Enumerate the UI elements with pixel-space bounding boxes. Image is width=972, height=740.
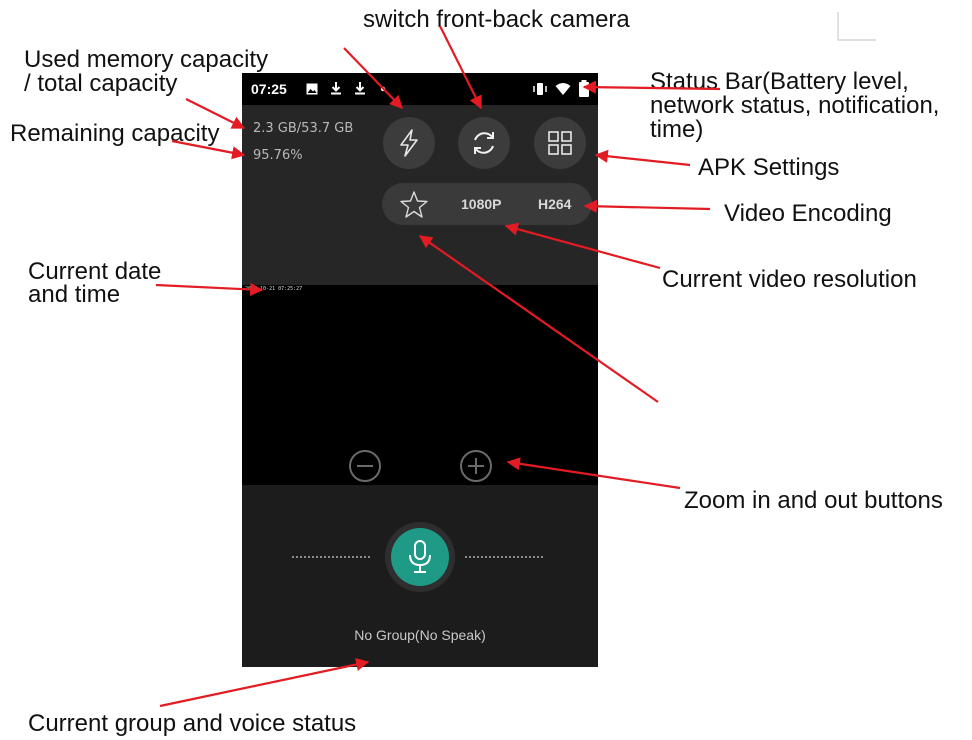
battery-icon: [579, 80, 589, 97]
phone-screen: 07:25 2.3 GB/53.7 GB 95.76% 1080P H264 2…: [242, 73, 598, 667]
wifi-icon: [555, 83, 571, 95]
push-to-talk-button[interactable]: [385, 522, 455, 592]
callout-resolution: Current video resolution: [662, 266, 917, 293]
remaining-percent: 95.76%: [253, 148, 303, 163]
resolution-button[interactable]: 1080P: [461, 196, 501, 212]
callout-zoom: Zoom in and out buttons: [684, 487, 943, 514]
encoding-button[interactable]: H264: [538, 196, 571, 212]
callout-status-line1: Status Bar(Battery level,: [650, 68, 909, 95]
zoom-out-icon[interactable]: [348, 449, 382, 483]
memory-used-total: 2.3 GB/53.7 GB: [253, 121, 354, 136]
callout-memory-line2: / total capacity: [24, 70, 178, 97]
zoom-in-icon[interactable]: [459, 449, 493, 483]
switch-camera-icon: [474, 132, 494, 154]
group-voice-status: No Group(No Speak): [354, 627, 486, 643]
grid-icon: [548, 131, 572, 155]
status-bar: 07:25: [242, 73, 598, 105]
right-dotted-line: [465, 556, 543, 558]
apk-settings-button[interactable]: [534, 117, 586, 169]
callout-group-voice: Current group and voice status: [28, 710, 357, 737]
callout-date-line2: and time: [28, 281, 121, 308]
download-icon: [331, 82, 341, 95]
status-time: 07:25: [251, 81, 287, 97]
vibrate-icon: [533, 83, 547, 95]
callout-apk-settings: APK Settings: [698, 154, 840, 181]
arrow-video-encoding: [583, 199, 711, 213]
star-icon[interactable]: [399, 190, 429, 218]
callout-remaining: Remaining capacity: [10, 120, 220, 147]
corner-mark: [837, 12, 876, 41]
callout-date-line1: Current date: [28, 258, 162, 285]
arrow-apk-settings: [594, 149, 691, 167]
camera-preview: [242, 285, 598, 485]
callout-status-line2: network status, notification,: [650, 92, 940, 119]
callout-memory-line1: Used memory capacity: [24, 46, 269, 73]
flash-icon: [400, 129, 418, 157]
callout-status-line3: time): [650, 116, 704, 143]
download-icon-2: [355, 82, 365, 95]
flash-button[interactable]: [383, 117, 435, 169]
dot-icon: [380, 86, 386, 92]
callout-switch-camera: switch front-back camera: [363, 6, 630, 33]
datetime-overlay: 2024-10-21 07:25:27: [245, 286, 303, 292]
image-icon: [306, 83, 318, 95]
left-dotted-line: [292, 556, 370, 558]
callout-video-encoding: Video Encoding: [724, 200, 892, 227]
mic-icon: [409, 540, 431, 573]
switch-camera-button[interactable]: [458, 117, 510, 169]
arrow-group-voice: [159, 658, 370, 708]
